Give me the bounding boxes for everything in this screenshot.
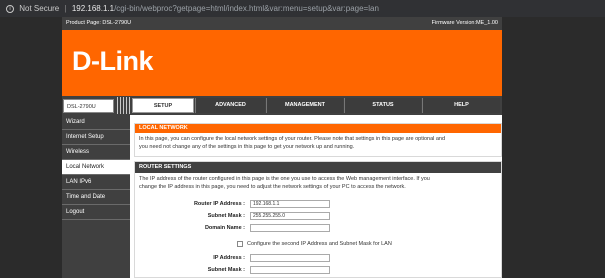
browser-address-bar[interactable]: i Not Secure | 192.168.1.1/cgi-bin/webpr…	[0, 0, 605, 17]
domain-name-field[interactable]	[250, 224, 330, 232]
security-label: Not Secure	[19, 4, 60, 13]
address-separator: |	[64, 4, 67, 13]
sidebar-item-wireless[interactable]: Wireless	[62, 145, 130, 160]
second-ip-checkbox-label: Configure the second IP Address and Subn…	[247, 241, 392, 247]
firmware-version: Firmware Version:ME_1.00	[431, 20, 498, 26]
router-ip-row: Router IP Address : 192.168.1.1	[135, 200, 503, 209]
tab-status[interactable]: STATUS	[344, 98, 421, 113]
info-icon[interactable]: i	[6, 4, 14, 13]
subnet-mask-row: Subnet Mask : 255.255.255.0	[135, 212, 503, 221]
tab-help[interactable]: HELP	[422, 98, 500, 113]
second-ip-checkbox[interactable]	[237, 241, 243, 247]
sidebar-item-logout[interactable]: Logout	[62, 205, 130, 220]
local-network-panel: LOCAL NETWORK In this page, you can conf…	[134, 123, 502, 157]
second-mask-label: Subnet Mask :	[207, 267, 245, 273]
second-ip-label: IP Address :	[213, 255, 245, 261]
router-settings-panel: ROUTER SETTINGS The IP address of the ro…	[134, 161, 502, 278]
subnet-mask-field[interactable]: 255.255.255.0	[250, 212, 330, 220]
local-network-title: LOCAL NETWORK	[135, 124, 501, 133]
second-ip-row: IP Address :	[135, 254, 503, 263]
second-ip-checkbox-row: Configure the second IP Address and Subn…	[135, 240, 503, 249]
dlink-banner: D-Link	[62, 30, 502, 96]
product-page-label: Product Page: DSL-2790U	[66, 20, 132, 26]
url-host: 192.168.1.1	[71, 4, 115, 13]
url-path: /cgi-bin/webproc?getpage=html/index.html…	[114, 4, 379, 13]
domain-name-row: Domain Name :	[135, 224, 503, 233]
router-settings-description-line2: change the IP address in this page, you …	[139, 184, 406, 190]
nav-decoration	[117, 97, 131, 114]
sidebar-item-wizard[interactable]: Wizard	[62, 115, 130, 130]
tab-management[interactable]: MANAGEMENT	[266, 98, 343, 113]
model-badge: DSL-2790U	[63, 99, 114, 113]
product-bar: Product Page: DSL-2790U Firmware Version…	[62, 17, 502, 30]
second-mask-field[interactable]	[250, 266, 330, 274]
router-settings-title: ROUTER SETTINGS	[135, 162, 501, 173]
router-page: Product Page: DSL-2790U Firmware Version…	[62, 17, 502, 278]
domain-name-label: Domain Name :	[204, 225, 245, 231]
main-nav: DSL-2790U SETUP ADVANCED MANAGEMENT STAT…	[62, 96, 502, 115]
local-network-description-line1: In this page, you can configure the loca…	[139, 136, 446, 142]
router-ip-label: Router IP Address :	[193, 201, 245, 207]
local-network-description: In this page, you can configure the loca…	[135, 133, 501, 153]
main-content: LOCAL NETWORK In this page, you can conf…	[134, 115, 502, 278]
router-settings-description-line1: The IP address of the router configured …	[139, 176, 430, 182]
sidebar-item-internet-setup[interactable]: Internet Setup	[62, 130, 130, 145]
dlink-logo: D-Link	[72, 46, 154, 76]
sidebar-item-lan-ipv6[interactable]: LAN IPv6	[62, 175, 130, 190]
subnet-mask-label: Subnet Mask :	[207, 213, 245, 219]
local-network-description-line2: you need not change any of the settings …	[139, 144, 355, 150]
tab-advanced[interactable]: ADVANCED	[195, 98, 265, 113]
sidebar: Wizard Internet Setup Wireless Local Net…	[62, 115, 130, 278]
router-settings-description: The IP address of the router configured …	[135, 173, 501, 193]
router-ip-field[interactable]: 192.168.1.1	[250, 200, 330, 208]
sidebar-item-time-and-date[interactable]: Time and Date	[62, 190, 130, 205]
second-mask-row: Subnet Mask :	[135, 266, 503, 275]
second-ip-field[interactable]	[250, 254, 330, 262]
tab-setup[interactable]: SETUP	[132, 98, 194, 113]
sidebar-item-local-network[interactable]: Local Network	[62, 160, 130, 175]
